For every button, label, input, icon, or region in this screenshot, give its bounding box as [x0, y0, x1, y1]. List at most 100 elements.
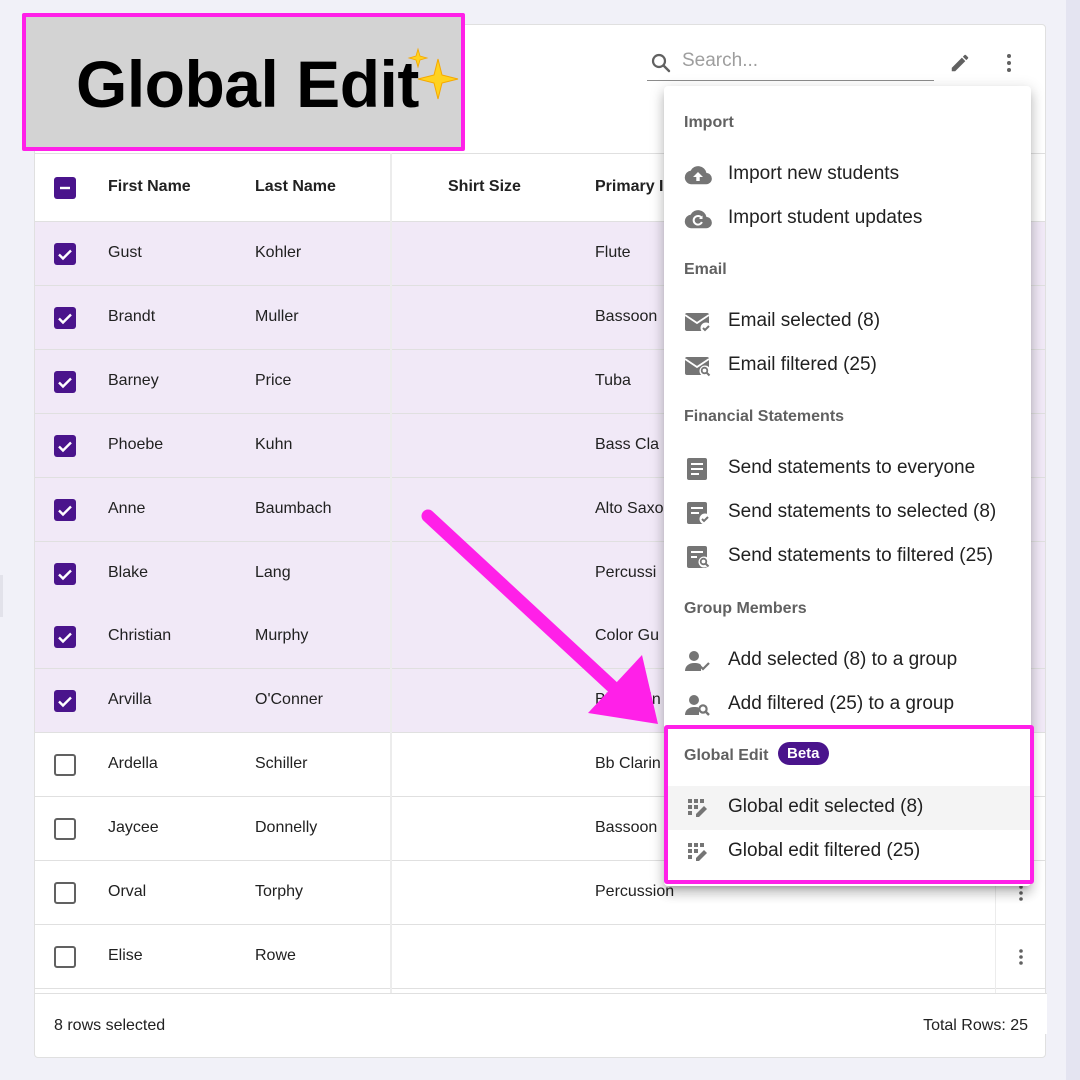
menu-item-label: Send statements to selected (8): [728, 501, 997, 522]
cell-primary-instrument: Bassoon: [595, 819, 658, 837]
mail-search-icon: [684, 357, 711, 377]
cell-last-name: Rowe: [255, 946, 296, 964]
mail-check-icon: [684, 313, 712, 334]
document-search-icon: [687, 546, 710, 568]
row-checkbox[interactable]: [54, 243, 76, 265]
more-options-button[interactable]: [989, 43, 1029, 83]
cell-last-name: Torphy: [255, 883, 304, 900]
menu-section-email: Email: [684, 261, 727, 278]
row-checkbox[interactable]: [54, 562, 76, 585]
cell-primary-instrument: Bb Clarin: [595, 691, 661, 709]
menu-item-label: Send statements to everyone: [728, 457, 976, 478]
cell-primary-instrument: Color Gu: [595, 627, 660, 645]
search-icon: [651, 53, 671, 73]
cell-last-name: Muller: [255, 307, 299, 325]
menu-section-group-members: Group Members: [684, 600, 807, 617]
selected-count: 8 rows selected: [54, 1017, 166, 1034]
row-checkbox[interactable]: [54, 370, 76, 393]
search-bar[interactable]: [647, 45, 934, 81]
cell-first-name: Brandt: [108, 307, 156, 325]
table-footer: 8 rows selected Total Rows: 25: [35, 993, 1047, 1034]
cell-last-name: Kohler: [255, 244, 302, 261]
cell-last-name: Kuhn: [255, 435, 293, 453]
row-checkbox[interactable]: [54, 945, 76, 968]
cell-first-name: Phoebe: [108, 435, 164, 453]
menu-item-label: Email filtered (25): [728, 354, 877, 375]
cell-first-name: Christian: [108, 627, 172, 645]
menu-item-label: Email selected (8): [728, 310, 881, 331]
cell-primary-instrument: Percussion: [595, 883, 675, 900]
menu-item-label: Add filtered (25) to a group: [728, 693, 955, 714]
total-rows: Total Rows: 25: [923, 1017, 1028, 1034]
row-checkbox[interactable]: [54, 818, 76, 841]
cell-primary-instrument: Bassoon: [595, 307, 658, 325]
cloud-upload-icon: [684, 166, 712, 185]
cell-last-name: Price: [255, 371, 292, 389]
select-all-checkbox[interactable]: [54, 177, 76, 199]
row-more-button[interactable]: [1009, 945, 1033, 969]
menu-section-financial-statements: Financial Statements: [684, 408, 845, 425]
person-check-icon: [685, 651, 710, 671]
more-vertical-icon: [1019, 949, 1023, 965]
menu-item-import-student-updates[interactable]: Import student updates: [664, 197, 1031, 241]
menu-item-label: Import student updates: [728, 207, 923, 228]
cell-first-name: Blake: [108, 563, 149, 581]
more-vertical-icon: [1007, 54, 1011, 72]
menu-item-label: Add selected (8) to a group: [728, 649, 958, 670]
cell-first-name: Ardella: [108, 755, 158, 773]
menu-item-statements-filtered[interactable]: Send statements to filtered (25): [664, 535, 1031, 579]
row-checkbox[interactable]: [54, 882, 76, 904]
cell-last-name: Lang: [255, 563, 291, 581]
annotation-title: Global Edit: [76, 47, 419, 121]
annotation-title-box: Global Edit: [22, 13, 465, 151]
cell-last-name: Murphy: [255, 627, 309, 645]
pencil-icon: [951, 54, 969, 72]
menu-item-group-filtered[interactable]: Add filtered (25) to a group: [664, 683, 1031, 727]
cloud-sync-icon: [684, 210, 712, 229]
background-strip: [1066, 0, 1080, 1080]
cell-first-name: Orval: [108, 883, 147, 900]
column-header-primary-instrument[interactable]: Primary I: [595, 178, 663, 196]
column-header-first-name[interactable]: First Name: [108, 178, 191, 196]
side-handle: [0, 575, 3, 617]
row-checkbox[interactable]: [54, 434, 76, 457]
person-search-icon: [685, 695, 710, 716]
search-input[interactable]: [682, 47, 927, 75]
annotation-highlight-box: [664, 725, 1034, 884]
menu-item-import-new-students[interactable]: Import new students: [664, 153, 1031, 197]
column-header-last-name[interactable]: Last Name: [255, 178, 336, 196]
cell-first-name: Elise: [108, 946, 143, 964]
table-row[interactable]: Elise Rowe: [35, 924, 1045, 989]
column-header-shirt-size[interactable]: Shirt Size: [448, 178, 521, 196]
menu-item-statements-everyone[interactable]: Send statements to everyone: [664, 447, 1031, 491]
cell-first-name: Gust: [108, 244, 142, 261]
menu-item-label: Import new students: [728, 163, 900, 184]
row-checkbox[interactable]: [54, 498, 76, 521]
cell-last-name: O'Conner: [255, 691, 323, 709]
menu-item-group-selected[interactable]: Add selected (8) to a group: [664, 639, 1031, 683]
cell-first-name: Barney: [108, 371, 159, 389]
cell-last-name: Baumbach: [255, 499, 332, 517]
cell-primary-instrument: Alto Saxo: [595, 499, 664, 517]
cell-last-name: Schiller: [255, 755, 308, 773]
menu-item-email-filtered[interactable]: Email filtered (25): [664, 344, 1031, 388]
cell-first-name: Arvilla: [108, 691, 152, 709]
menu-item-statements-selected[interactable]: Send statements to selected (8): [664, 491, 1031, 535]
cell-primary-instrument: Tuba: [595, 371, 631, 389]
cell-first-name: Jaycee: [108, 819, 159, 837]
menu-item-email-selected[interactable]: Email selected (8): [664, 300, 1031, 344]
cell-first-name: Anne: [108, 499, 146, 517]
frozen-column-divider: [390, 153, 392, 993]
cell-primary-instrument: Bass Cla: [595, 435, 660, 453]
cell-primary-instrument: Percussi: [595, 563, 657, 581]
row-checkbox[interactable]: [54, 626, 76, 649]
document-check-icon: [687, 502, 711, 525]
edit-button[interactable]: [940, 43, 980, 83]
document-icon: [687, 458, 707, 480]
row-checkbox[interactable]: [54, 690, 76, 713]
cell-primary-instrument: Bb Clarin: [595, 755, 661, 773]
cell-primary-instrument: Flute: [595, 244, 631, 261]
row-checkbox[interactable]: [54, 306, 76, 329]
row-checkbox[interactable]: [54, 754, 76, 777]
menu-section-import: Import: [684, 114, 734, 131]
